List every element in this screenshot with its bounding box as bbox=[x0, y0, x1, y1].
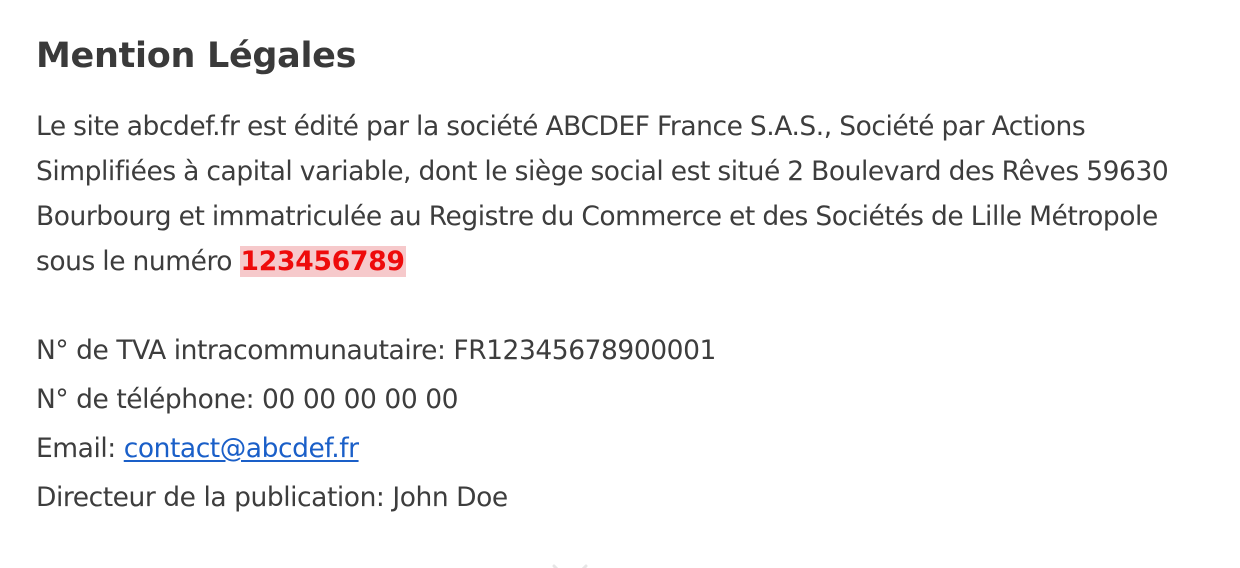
email-link[interactable]: contact@abcdef.fr bbox=[124, 433, 359, 464]
email-row: Email: contact@abcdef.fr bbox=[36, 424, 1216, 473]
legal-notice: Mention Légales Le site abcdef.fr est éd… bbox=[36, 34, 1216, 522]
registration-number: 123456789 bbox=[239, 246, 406, 277]
watermark-icon bbox=[552, 564, 588, 568]
page-title: Mention Légales bbox=[36, 36, 357, 76]
company-description: Le site abcdef.fr est édité par la socié… bbox=[36, 104, 1216, 284]
watermark-mark bbox=[528, 556, 608, 568]
contact-info: N° de TVA intracommunautaire: FR12345678… bbox=[36, 326, 1216, 522]
company-description-text: Le site abcdef.fr est édité par la socié… bbox=[36, 111, 1169, 277]
phone-number: N° de téléphone: 00 00 00 00 00 bbox=[36, 384, 459, 415]
email-label: Email: bbox=[36, 433, 124, 464]
vat-number: N° de TVA intracommunautaire: FR12345678… bbox=[36, 335, 716, 366]
publication-director: Directeur de la publication: John Doe bbox=[36, 482, 508, 513]
